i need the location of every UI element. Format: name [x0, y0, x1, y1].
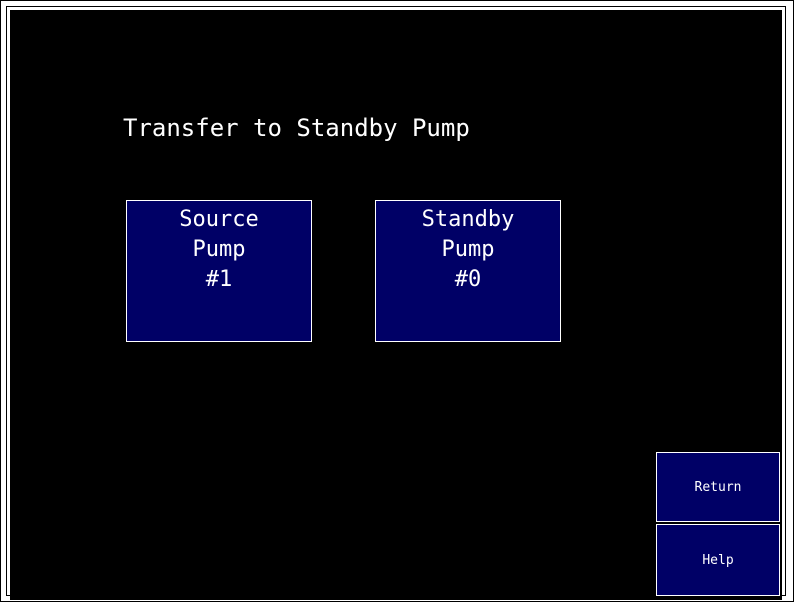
standby-pump-button[interactable]: Standby Pump #0	[375, 200, 561, 342]
hmi-screen: Transfer to Standby Pump Source Pump #1 …	[10, 10, 782, 600]
source-pump-label-line1: Source	[179, 207, 259, 232]
source-pump-button[interactable]: Source Pump #1	[126, 200, 312, 342]
source-pump-label-line2: Pump	[192, 237, 246, 262]
standby-pump-label-line1: Standby	[421, 207, 515, 232]
return-button[interactable]: Return	[656, 452, 780, 522]
source-pump-number: #1	[205, 267, 233, 292]
help-button-label: Help	[702, 552, 734, 568]
page-title: Transfer to Standby Pump	[123, 114, 470, 142]
standby-pump-label-line2: Pump	[441, 237, 495, 262]
help-button[interactable]: Help	[656, 524, 780, 596]
standby-pump-number: #0	[454, 267, 482, 292]
return-button-label: Return	[694, 479, 742, 495]
